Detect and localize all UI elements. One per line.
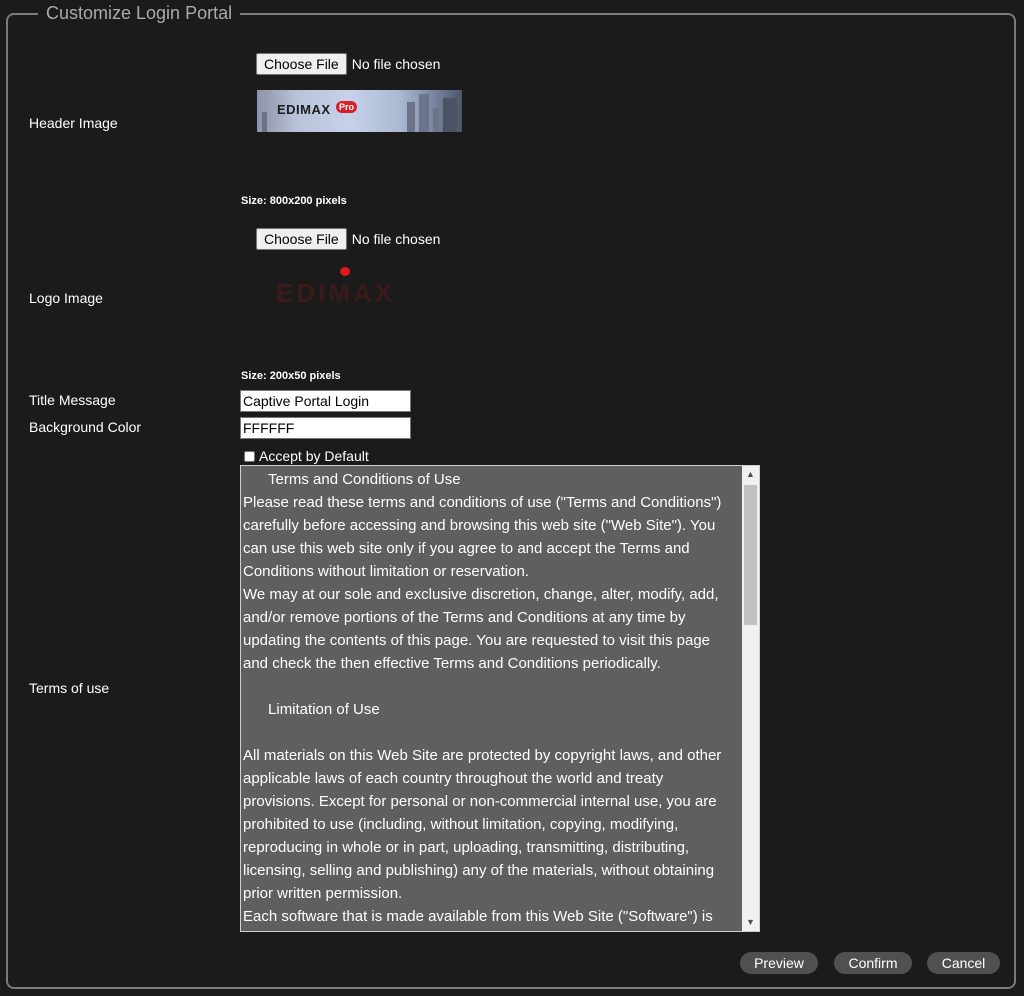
header-image-choose-file-button[interactable]: Choose File: [256, 53, 347, 75]
header-image-building: [433, 108, 439, 132]
header-image-building: [443, 98, 457, 132]
title-message-input[interactable]: [240, 390, 411, 412]
header-image-building: [419, 94, 429, 132]
header-image-brand-text: EDIMAX: [277, 102, 331, 117]
terms-of-use-textarea[interactable]: Terms and Conditions of Use Please read …: [240, 465, 760, 932]
logo-image-size-note: Size: 200x50 pixels: [241, 370, 341, 382]
logo-image-file-picker: Choose File No file chosen: [256, 228, 440, 250]
header-image-pro-badge: Pro: [336, 101, 358, 113]
background-color-input[interactable]: [240, 417, 411, 439]
scroll-down-arrow-icon[interactable]: ▼: [742, 914, 759, 931]
logo-image-label: Logo Image: [29, 290, 103, 306]
header-image-preview: EDIMAX Pro: [257, 90, 462, 132]
logo-image-text: EDIMAX: [276, 278, 396, 308]
accept-by-default-checkbox[interactable]: [244, 450, 255, 462]
title-message-label: Title Message: [29, 392, 116, 408]
panel-title: Customize Login Portal: [38, 2, 241, 24]
preview-button[interactable]: Preview: [740, 952, 818, 974]
background-color-label: Background Color: [29, 419, 142, 435]
logo-image-file-status: No file chosen: [351, 231, 441, 247]
cancel-button[interactable]: Cancel: [927, 952, 1000, 974]
header-image-file-status: No file chosen: [351, 56, 441, 72]
header-image-file-picker: Choose File No file chosen: [256, 53, 440, 75]
header-image-building: [407, 102, 415, 132]
logo-image-preview: EDIMAX: [276, 265, 442, 308]
terms-of-use-label: Terms of use: [29, 680, 110, 696]
accept-by-default-row: Accept by Default: [244, 448, 369, 464]
header-image-size-note: Size: 800x200 pixels: [241, 195, 347, 207]
scroll-thumb[interactable]: [744, 485, 757, 625]
header-image-label: Header Image: [29, 115, 118, 131]
scroll-up-arrow-icon[interactable]: ▲: [742, 466, 759, 483]
header-image-building: [262, 112, 267, 132]
terms-of-use-text: Terms and Conditions of Use Please read …: [243, 471, 722, 925]
logo-red-dot: [340, 267, 350, 276]
accept-by-default-label: Accept by Default: [259, 448, 369, 464]
logo-image-choose-file-button[interactable]: Choose File: [256, 228, 347, 250]
confirm-button[interactable]: Confirm: [834, 952, 912, 974]
terms-scrollbar[interactable]: ▲ ▼: [742, 466, 759, 931]
